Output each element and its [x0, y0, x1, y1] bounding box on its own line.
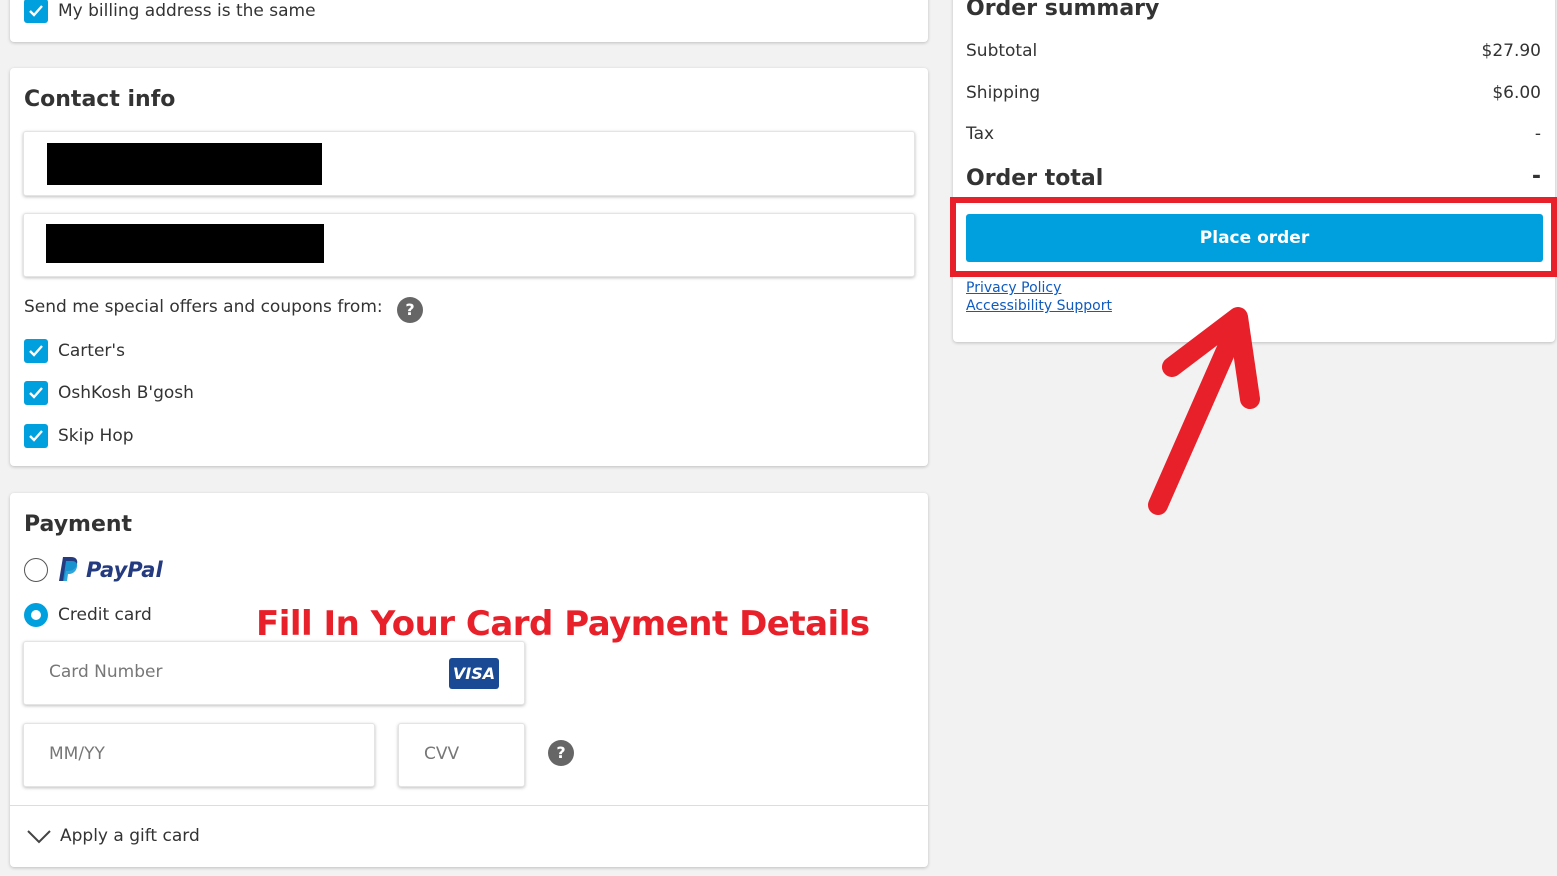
billing-same-label: My billing address is the same — [58, 1, 316, 21]
expiry-placeholder: MM/YY — [49, 744, 105, 764]
brand-checkbox-skip-hop[interactable] — [24, 424, 48, 448]
highlight-box — [950, 197, 1557, 277]
summary-row-label: Shipping — [966, 83, 1041, 103]
payment-card: Payment PayPal Credit card Card Number V… — [10, 493, 928, 867]
redacted-value — [47, 143, 322, 185]
contact-info-title: Contact info — [24, 87, 176, 112]
credit-card-label: Credit card — [58, 605, 152, 625]
divider — [10, 805, 928, 806]
radio-dot — [31, 610, 41, 620]
accessibility-support-link[interactable]: Accessibility Support — [966, 298, 1112, 314]
cvv-placeholder: CVV — [424, 744, 460, 764]
visa-label: VISA — [452, 664, 496, 683]
cvv-help-icon[interactable]: ? — [548, 740, 574, 766]
help-icon[interactable]: ? — [397, 297, 423, 323]
arrow-annotation-icon — [1148, 307, 1260, 515]
paypal-label: PayPal — [86, 558, 163, 582]
check-icon — [29, 387, 43, 399]
billing-card: My billing address is the same — [10, 0, 928, 42]
summary-row-value: $27.90 — [1481, 41, 1541, 61]
phone-field[interactable] — [23, 213, 915, 277]
offers-label: Send me special offers and coupons from: — [24, 297, 383, 317]
redacted-value — [46, 224, 324, 263]
brand-label: OshKosh B'gosh — [58, 383, 194, 403]
gift-card-label: Apply a gift card — [60, 826, 200, 846]
privacy-policy-link[interactable]: Privacy Policy — [966, 280, 1061, 296]
order-summary-card: Order summary Subtotal $27.90 Shipping $… — [953, 0, 1555, 342]
billing-same-checkbox[interactable] — [24, 0, 48, 23]
chevron-down-icon — [27, 830, 51, 844]
check-icon — [29, 430, 43, 442]
order-total-value: - — [1531, 164, 1541, 189]
brand-label: Carter's — [58, 341, 125, 361]
payment-title: Payment — [24, 512, 133, 537]
order-total-label: Order total — [966, 166, 1104, 191]
summary-row-value: - — [1534, 124, 1541, 144]
cvv-field[interactable]: CVV — [398, 723, 525, 787]
brand-checkbox-oshkosh[interactable] — [24, 381, 48, 405]
check-icon — [29, 345, 43, 357]
contact-info-card: Contact info Send me special offers and … — [10, 68, 928, 466]
paypal-logo: PayPal — [58, 556, 168, 584]
paypal-radio[interactable] — [24, 558, 48, 582]
expiry-field[interactable]: MM/YY — [23, 723, 375, 787]
brand-label: Skip Hop — [58, 426, 134, 446]
card-number-field[interactable]: Card Number VISA — [23, 641, 525, 705]
summary-row-value: $6.00 — [1492, 83, 1541, 103]
credit-card-radio[interactable] — [24, 603, 48, 627]
summary-row-label: Tax — [966, 124, 995, 144]
gift-card-toggle[interactable]: Apply a gift card — [24, 818, 324, 852]
instruction-annotation: Fill In Your Card Payment Details — [256, 604, 870, 644]
card-number-placeholder: Card Number — [49, 662, 163, 682]
check-icon — [29, 5, 43, 17]
summary-row-label: Subtotal — [966, 41, 1038, 61]
email-field[interactable] — [23, 131, 915, 196]
paypal-icon — [59, 557, 78, 581]
brand-checkbox-carters[interactable] — [24, 339, 48, 363]
order-summary-title: Order summary — [966, 0, 1160, 21]
visa-badge: VISA — [449, 658, 499, 689]
